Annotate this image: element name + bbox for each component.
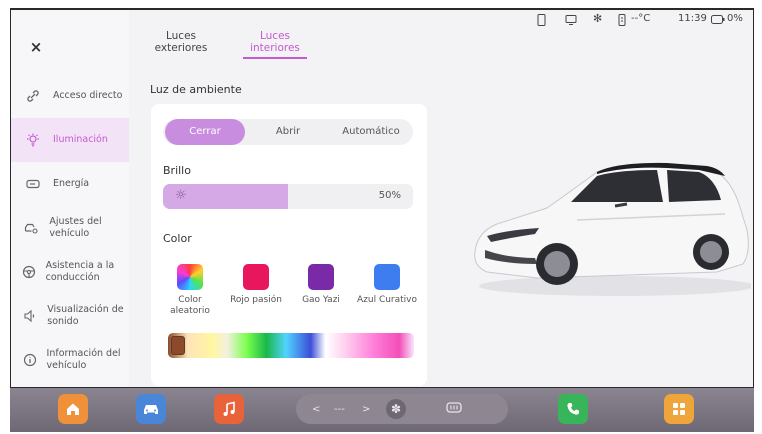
tab-luces-exteriores[interactable]: Luces exteriores xyxy=(151,30,211,54)
climate-increase-button[interactable]: > xyxy=(362,404,370,415)
thermometer-icon xyxy=(617,14,627,29)
car-icon[interactable] xyxy=(136,394,166,424)
sidebar-item-ajustes-vehiculo[interactable]: Ajustes del vehículo xyxy=(11,206,129,250)
fan-icon[interactable]: ✽ xyxy=(386,399,406,419)
climate-control-bar[interactable]: < --- > ✽ xyxy=(296,394,508,424)
sidebar-item-acceso-directo[interactable]: Acceso directo xyxy=(11,74,129,118)
sidebar-item-label: Ajustes del vehículo xyxy=(49,216,102,239)
mode-abrir-button[interactable]: Abrir xyxy=(249,119,327,145)
sidebar: × Acceso directo Iluminación Energía Aju… xyxy=(11,10,129,387)
rear-defrost-icon[interactable] xyxy=(446,402,462,419)
light-icon xyxy=(22,129,44,151)
info-icon xyxy=(22,349,38,371)
sidebar-item-asistencia[interactable]: Asistencia a la conducción xyxy=(11,250,129,294)
color-swatch-gao-yazi[interactable] xyxy=(308,264,334,290)
section-title: Luz de ambiente xyxy=(150,83,242,96)
mode-automatico-button[interactable]: Automático xyxy=(331,119,411,145)
sidebar-item-label: Iluminación xyxy=(53,134,108,145)
steering-wheel-icon xyxy=(22,261,37,283)
screen-cast-icon xyxy=(565,14,577,29)
sidebar-item-sonido[interactable]: Visualización de sonido xyxy=(11,294,129,338)
brightness-value: 50% xyxy=(378,190,401,201)
vehicle-image xyxy=(474,162,751,296)
color-swatch-random[interactable] xyxy=(177,264,203,290)
climate-decrease-button[interactable]: < xyxy=(312,404,320,415)
color-label: Color xyxy=(163,232,192,245)
mode-segmented-control: Cerrar Abrir Automático xyxy=(163,119,413,145)
dock-bar: < --- > ✽ xyxy=(10,388,754,432)
close-button[interactable]: × xyxy=(25,36,47,58)
sidebar-item-label: Energía xyxy=(53,178,90,189)
clock-text: 11:39 xyxy=(678,13,707,24)
phone-call-icon[interactable] xyxy=(558,394,588,424)
tab-luces-interiores[interactable]: Luces interiores xyxy=(243,30,307,54)
speaker-icon xyxy=(22,305,38,327)
sun-icon: ☼ xyxy=(175,188,187,203)
screen: × Acceso directo Iluminación Energía Aju… xyxy=(10,8,754,388)
color-swatch-azul-curativo[interactable] xyxy=(374,264,400,290)
tab-active-indicator xyxy=(243,57,307,59)
brightness-slider[interactable]: ☼ 50% xyxy=(163,184,413,209)
battery-icon xyxy=(22,173,44,195)
link-icon xyxy=(22,85,44,107)
color-spectrum-slider[interactable] xyxy=(168,333,414,358)
sidebar-item-energia[interactable]: Energía xyxy=(11,162,129,206)
apps-icon[interactable] xyxy=(664,394,694,424)
home-icon[interactable] xyxy=(58,394,88,424)
brightness-label: Brillo xyxy=(163,164,191,177)
mode-cerrar-button[interactable]: Cerrar xyxy=(165,119,245,145)
car-settings-icon xyxy=(22,217,40,239)
battery-status-icon xyxy=(711,14,725,28)
phone-icon xyxy=(537,14,546,29)
color-swatch-label: Color aleatorio xyxy=(170,295,210,316)
bluetooth-icon: ✻ xyxy=(593,12,603,25)
temperature-text: --°C xyxy=(631,13,651,24)
color-swatch-label: Azul Curativo xyxy=(357,295,418,305)
sidebar-item-informacion[interactable]: Información del vehículo xyxy=(11,338,129,382)
sidebar-item-label: Acceso directo xyxy=(53,90,123,101)
music-icon[interactable] xyxy=(214,394,244,424)
battery-percent: 0% xyxy=(727,13,743,24)
color-swatch-label: Gao Yazi xyxy=(302,295,340,305)
sidebar-item-label: Visualización de sonido xyxy=(47,304,124,327)
sidebar-item-iluminacion[interactable]: Iluminación xyxy=(11,118,129,162)
sidebar-item-label: Asistencia a la conducción xyxy=(45,260,115,283)
color-swatch-label: Rojo pasión xyxy=(230,295,282,305)
color-swatch-rojo-pasion[interactable] xyxy=(243,264,269,290)
color-spectrum-handle[interactable] xyxy=(171,336,185,355)
sidebar-item-label: Información del vehículo xyxy=(46,348,121,371)
climate-temperature-value: --- xyxy=(334,403,345,415)
